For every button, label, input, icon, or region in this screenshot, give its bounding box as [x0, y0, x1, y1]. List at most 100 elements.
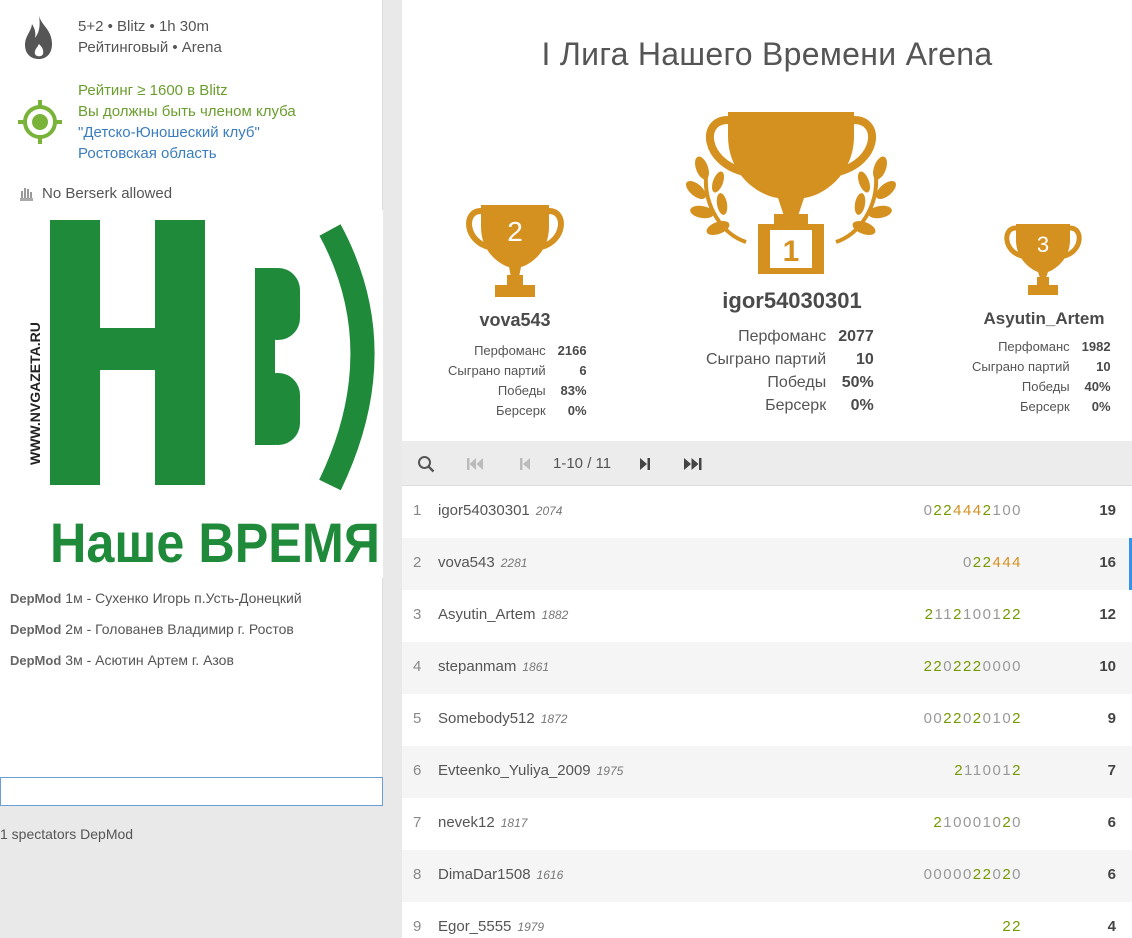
- row-sheet: 2110012: [954, 762, 1022, 779]
- chat-messages: DepMod 1м - Сухенко Игорь п.Усть-Донецкий…: [10, 583, 302, 676]
- stat-value: 6: [579, 363, 587, 378]
- stat-label: Сыграно партий: [972, 359, 1070, 374]
- club-condition: Вы должны быть членом клуба: [78, 103, 296, 120]
- row-score: 9: [1107, 710, 1116, 727]
- row-player[interactable]: Evteenko_Yuliya_2009 1975: [438, 762, 623, 779]
- row-rank: 8: [413, 866, 422, 883]
- chat-user[interactable]: DepMod: [10, 622, 61, 637]
- last-page-icon[interactable]: [683, 455, 705, 473]
- player-name[interactable]: Egor_5555: [438, 918, 511, 935]
- chat-message: DepMod 1м - Сухенко Игорь п.Усть-Донецкий: [10, 583, 302, 614]
- chat-user[interactable]: DepMod: [10, 591, 61, 606]
- row-rank: 1: [413, 502, 422, 519]
- player-rating: 1979: [517, 920, 545, 934]
- standings-row[interactable]: 8 DimaDar1508 1616 0000022020 6: [402, 850, 1132, 902]
- stat-label: Берсерк: [496, 403, 546, 418]
- search-icon[interactable]: [417, 455, 435, 473]
- row-sheet: 0224442100: [923, 502, 1022, 519]
- player-name[interactable]: igor54030301: [438, 502, 530, 519]
- clock-line: 5+2 • Blitz • 1h 30m: [78, 18, 209, 35]
- standings-row[interactable]: 6 Evteenko_Yuliya_2009 1975 2110012 7: [402, 746, 1132, 798]
- row-player[interactable]: Egor_5555 1979: [438, 918, 544, 935]
- standings-row[interactable]: 5 Somebody512 1872 0022020102 9: [402, 694, 1132, 746]
- player-name[interactable]: Somebody512: [438, 710, 535, 727]
- standings-row[interactable]: 4 stepanmam 1861 2202220000 10: [402, 642, 1132, 694]
- row-player[interactable]: stepanmam 1861: [438, 658, 549, 675]
- player-rating: 1882: [541, 608, 569, 622]
- row-score: 10: [1099, 658, 1116, 675]
- player-name[interactable]: Asyutin_Artem: [438, 606, 536, 623]
- row-rank: 9: [413, 918, 422, 935]
- chat-message: DepMod 2м - Голованев Владимир г. Ростов: [10, 614, 302, 645]
- standings-row[interactable]: 1 igor54030301 2074 0224442100 19: [402, 486, 1132, 538]
- player-name[interactable]: vova543: [438, 554, 495, 571]
- stat-value: 0%: [567, 403, 587, 418]
- player-rating: 1872: [540, 712, 568, 726]
- player-rating: 1975: [596, 764, 624, 778]
- first-page-icon[interactable]: [466, 455, 484, 473]
- tournament-title: I Лига Нашего Времени Arena: [541, 36, 993, 72]
- row-player[interactable]: nevek12 1817: [438, 814, 527, 831]
- row-sheet: 22: [1002, 918, 1022, 935]
- player-name[interactable]: stepanmam: [438, 658, 516, 675]
- first-place-trophy-icon: 1: [686, 112, 896, 274]
- row-score: 4: [1107, 918, 1116, 935]
- row-sheet: 0022020102: [923, 710, 1022, 727]
- row-player[interactable]: Asyutin_Artem 1882: [438, 606, 568, 623]
- logo-name-text: Наше ВРЕМЯ: [50, 511, 380, 574]
- third-place-number: 3: [1037, 232, 1049, 257]
- row-rank: 3: [413, 606, 422, 623]
- row-player[interactable]: vova543 2281: [438, 554, 527, 571]
- chat-input[interactable]: [0, 777, 383, 806]
- page-indicator: 1-10 / 11: [553, 455, 612, 472]
- second-place-name[interactable]: vova543: [445, 310, 585, 331]
- stat-value: 1982: [1081, 339, 1111, 354]
- stat-value: 0%: [850, 397, 874, 414]
- player-rating: 1616: [536, 868, 564, 882]
- chat-text: 1м - Сухенко Игорь п.Усть-Донецкий: [65, 590, 302, 606]
- player-rating: 1861: [522, 660, 550, 674]
- row-rank: 2: [413, 554, 422, 571]
- player-rating: 1817: [500, 816, 528, 830]
- newspaper-logo: WWW.NVGAZETA.RU Наше ВРЕМЯ: [0, 210, 383, 578]
- entry-conditions: Рейтинг ≥ 1600 в Blitz Вы должны быть чл…: [78, 80, 296, 164]
- row-score: 16: [1099, 554, 1116, 571]
- berserk-label: No Berserk allowed: [42, 184, 173, 202]
- row-sheet: 210001020: [933, 814, 1022, 831]
- first-place-number: 1: [783, 235, 800, 268]
- stat-value: 40%: [1084, 379, 1111, 394]
- no-berserk-icon: [20, 188, 33, 201]
- next-page-icon[interactable]: [636, 455, 654, 473]
- standings-row[interactable]: 2 vova543 2281 022444 16: [402, 538, 1132, 590]
- standings-row[interactable]: 3 Asyutin_Artem 1882 2112100122 12: [402, 590, 1132, 642]
- player-name[interactable]: DimaDar1508: [438, 866, 531, 883]
- standings-row[interactable]: 9 Egor_5555 1979 22 4: [402, 902, 1132, 938]
- fire-icon: [25, 16, 52, 59]
- previous-page-icon[interactable]: [516, 455, 534, 473]
- stat-label: Перфоманс: [474, 343, 546, 358]
- third-place-stats: Перфоманс 1982 Сыграно партий 10 Победы 40%…: [966, 337, 1117, 417]
- stat-value: 10: [855, 351, 874, 368]
- stat-label: Сыграно партий: [448, 363, 546, 378]
- player-name[interactable]: nevek12: [438, 814, 495, 831]
- second-place-trophy-icon: 2: [466, 205, 564, 297]
- third-place-name[interactable]: Asyutin_Artem: [967, 309, 1121, 329]
- standings-toolbar: 1-10 / 11: [402, 441, 1132, 486]
- row-rank: 5: [413, 710, 422, 727]
- first-place-name[interactable]: igor54030301: [692, 288, 892, 314]
- club-link[interactable]: "Детско-Юношеский клуб": [78, 122, 296, 143]
- row-player[interactable]: Somebody512 1872: [438, 710, 567, 727]
- second-place-stats: Перфоманс 2166 Сыграно партий 6 Победы 83% …: [442, 341, 593, 421]
- tournament-sidebar: 5+2 • Blitz • 1h 30m Рейтинговый • Arena…: [0, 0, 384, 806]
- chat-panel: WWW.NVGAZETA.RU Наше ВРЕМЯ DepMod 1м - Су…: [0, 210, 383, 778]
- row-player[interactable]: igor54030301 2074: [438, 502, 562, 519]
- row-sheet: 0000022020: [923, 866, 1022, 883]
- stat-value: 0%: [1091, 399, 1111, 414]
- stat-value: 2166: [557, 343, 587, 358]
- row-player[interactable]: DimaDar1508 1616: [438, 866, 563, 883]
- player-name[interactable]: Evteenko_Yuliya_2009: [438, 762, 591, 779]
- chat-user[interactable]: DepMod: [10, 653, 61, 668]
- row-score: 7: [1107, 762, 1116, 779]
- chat-message: DepMod 3м - Асютин Артем г. Азов: [10, 645, 302, 676]
- standings-row[interactable]: 7 nevek12 1817 210001020 6: [402, 798, 1132, 850]
